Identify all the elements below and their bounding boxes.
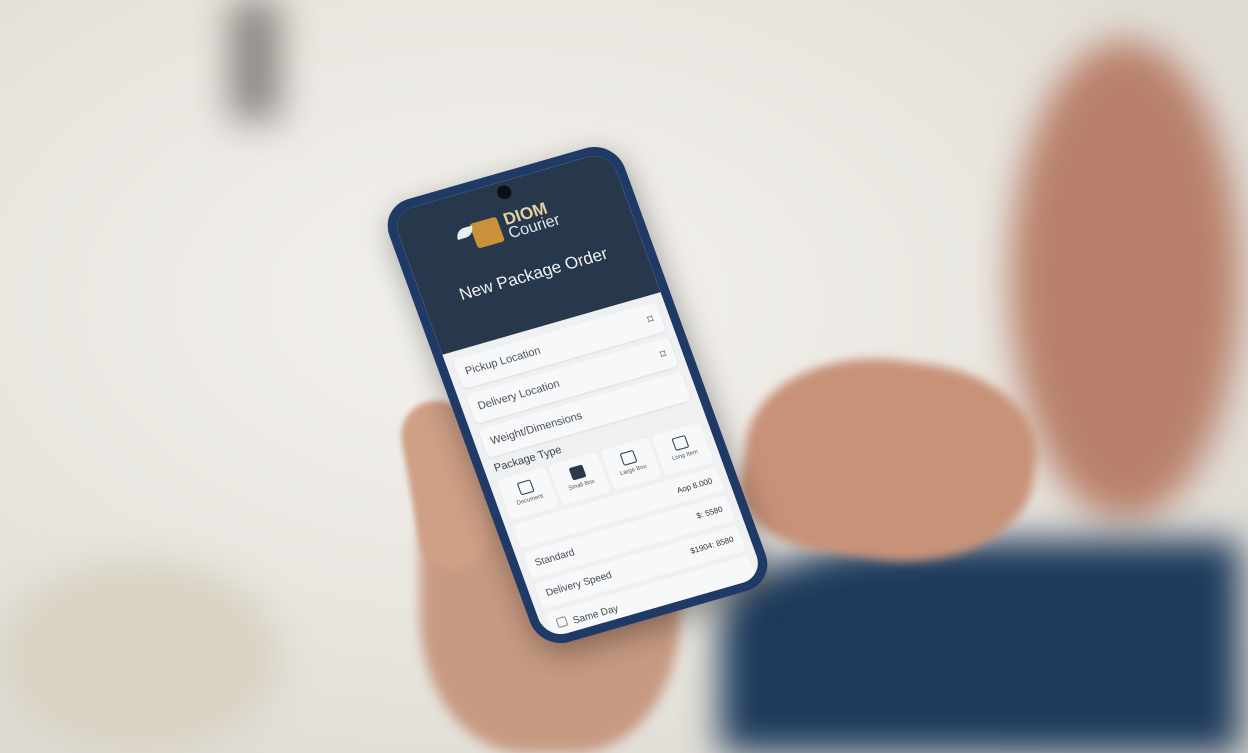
background-table-leg: [230, 0, 280, 120]
person-head: [1010, 40, 1240, 520]
item-icon: [671, 434, 690, 452]
same-day-checkbox[interactable]: [555, 615, 569, 629]
option-label: Standard: [533, 547, 577, 569]
option-label: [523, 530, 526, 538]
option-label: Delivery Speed: [544, 569, 614, 599]
winged-box-icon: [469, 216, 506, 249]
type-label: Document: [515, 493, 545, 507]
background-knee: [0, 560, 280, 753]
document-icon: [516, 479, 535, 496]
box-icon: [568, 464, 587, 481]
type-label: Long Item: [671, 449, 700, 463]
field-label: Pickup Location: [463, 344, 543, 378]
type-document[interactable]: Document: [496, 466, 559, 521]
person-shirt: [720, 540, 1240, 753]
type-label: Large Box: [619, 463, 648, 478]
type-long-item[interactable]: Long Item: [651, 422, 714, 476]
option-price: $: 5580: [695, 504, 725, 521]
field-label: Delivery Location: [476, 377, 562, 413]
option-label: Same Day: [571, 603, 621, 627]
type-small-box[interactable]: Small Box: [548, 452, 611, 506]
box-icon: [619, 449, 638, 466]
option-price: Aop 8.000: [675, 476, 714, 495]
map-pin-icon: ⌑: [645, 313, 656, 327]
type-large-box[interactable]: Large Box: [599, 437, 663, 491]
type-label: Small Box: [567, 478, 596, 492]
option-price: $1904: 8580: [689, 534, 735, 556]
map-pin-icon: ⌑: [658, 348, 669, 362]
